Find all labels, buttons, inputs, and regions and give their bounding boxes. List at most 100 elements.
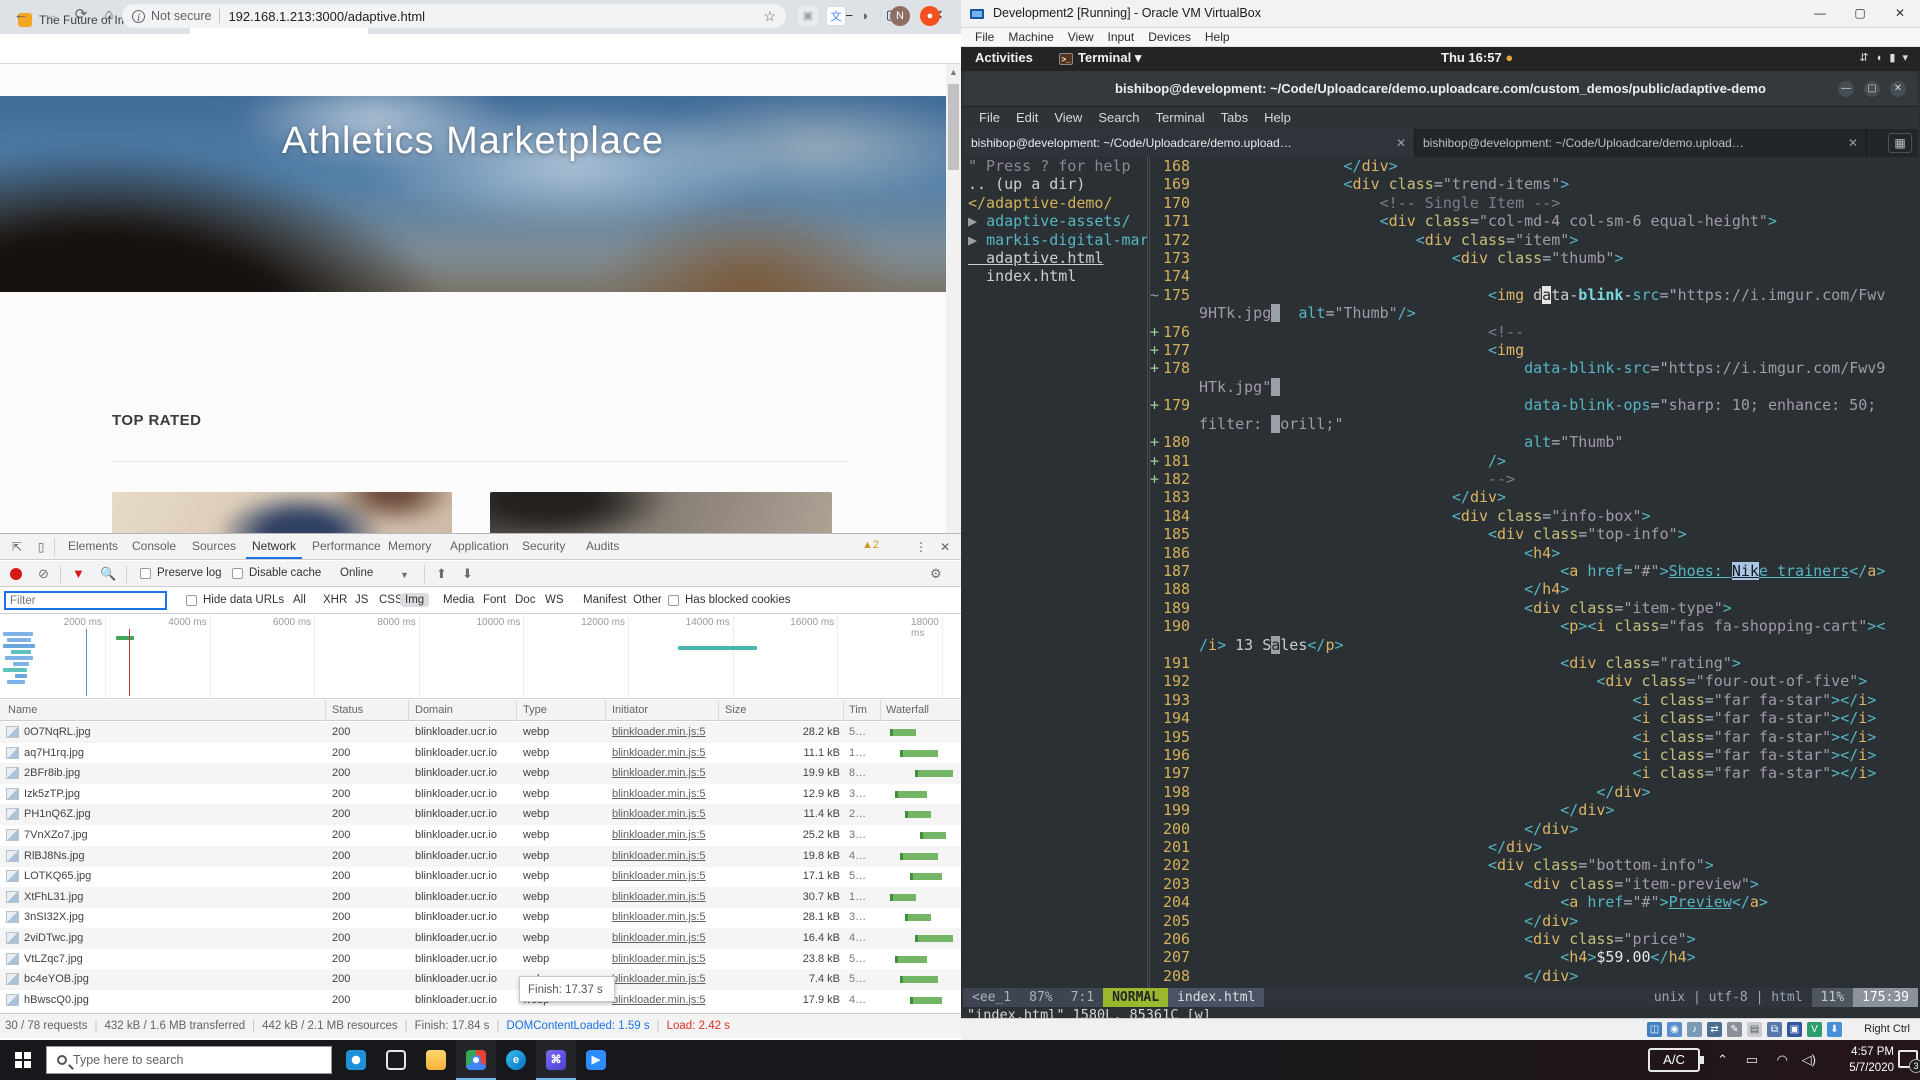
code-line[interactable]: 184 <div class="info-box"> bbox=[1150, 507, 1918, 525]
network-request-row[interactable]: hBwscQ0.jpg200blinkloader.ucr.iowebpblin… bbox=[0, 990, 961, 1010]
terminal-menu-tabs[interactable]: Tabs bbox=[1221, 107, 1248, 129]
network-request-row[interactable]: XtFhL31.jpg200blinkloader.ucr.iowebpblin… bbox=[0, 887, 961, 908]
edge-taskbar-button[interactable]: e bbox=[496, 1040, 536, 1080]
filter-pill-doc[interactable]: Doc bbox=[510, 593, 540, 607]
request-initiator-link[interactable]: blinkloader.min.js:5 bbox=[612, 788, 706, 800]
code-line[interactable]: 187 <a href="#">Shoes: Nike trainers</a> bbox=[1150, 562, 1918, 580]
devtools-tab-console[interactable]: Console bbox=[126, 534, 182, 559]
throttling-select[interactable]: Online bbox=[340, 567, 373, 579]
vbox-menu-input[interactable]: Input bbox=[1108, 28, 1135, 47]
code-line[interactable]: +178 data-blink-src="https://i.imgur.com… bbox=[1150, 359, 1918, 377]
code-line[interactable]: +176 <!-- bbox=[1150, 323, 1918, 341]
nerdtree-item[interactable]: ▶ markis-digital-mar bbox=[963, 231, 1147, 249]
battery-icon[interactable]: ▭ bbox=[1746, 1052, 1758, 1068]
terminal-tab-list-button[interactable]: ▦ bbox=[1888, 133, 1912, 153]
code-line[interactable]: 208 </div> bbox=[1150, 967, 1918, 985]
filter-pill-manifest[interactable]: Manifest bbox=[578, 593, 631, 607]
filter-pill-other[interactable]: Other bbox=[628, 593, 667, 607]
code-line[interactable]: 200 </div> bbox=[1150, 820, 1918, 838]
devtools-close-icon[interactable]: ✕ bbox=[936, 538, 954, 556]
vbox-menu-machine[interactable]: Machine bbox=[1008, 28, 1053, 47]
column-header-domain[interactable]: Domain bbox=[415, 704, 453, 716]
hard-disk-icon[interactable]: ◫ bbox=[1647, 1022, 1662, 1037]
inspect-element-icon[interactable]: ⇱ bbox=[8, 538, 26, 556]
code-line[interactable]: 198 </div> bbox=[1150, 783, 1918, 801]
code-line[interactable]: 206 <div class="price"> bbox=[1150, 930, 1918, 948]
clear-icon[interactable]: ⊘ bbox=[38, 566, 49, 582]
home-icon[interactable]: ⌂ bbox=[98, 4, 120, 26]
code-line[interactable]: ~175 <img data-blink-src="https://i.imgu… bbox=[1150, 286, 1918, 304]
filter-input[interactable] bbox=[4, 591, 167, 610]
scroll-up-icon[interactable]: ▲ bbox=[946, 64, 961, 80]
wifi-icon[interactable]: ◠ bbox=[1777, 1052, 1788, 1068]
terminal-menu-terminal[interactable]: Terminal bbox=[1156, 107, 1205, 129]
code-line[interactable]: 9HTk.jpg alt="Thumb"/> bbox=[1150, 304, 1918, 322]
terminal-maximize-button[interactable]: ▢ bbox=[1864, 81, 1880, 97]
filter-pill-img[interactable]: Img bbox=[400, 593, 429, 607]
network-request-row[interactable]: Izk5zTP.jpg200blinkloader.ucr.iowebpblin… bbox=[0, 784, 961, 805]
devtools-tab-elements[interactable]: Elements bbox=[62, 534, 124, 559]
vbox-menu-help[interactable]: Help bbox=[1205, 28, 1230, 47]
code-line[interactable]: 171 <div class="col-md-4 col-sm-6 equal-… bbox=[1150, 212, 1918, 230]
virtualbox-title-bar[interactable]: Development2 [Running] - Oracle VM Virtu… bbox=[961, 0, 1920, 28]
features-icon[interactable]: V bbox=[1807, 1022, 1822, 1037]
code-buffer[interactable]: 168 </div>169 <div class="trend-items">1… bbox=[1150, 157, 1918, 988]
code-line[interactable]: 170 <!-- Single Item --> bbox=[1150, 194, 1918, 212]
network-request-row[interactable]: 0O7NqRL.jpg200blinkloader.ucr.iowebpblin… bbox=[0, 722, 961, 743]
table-header-row[interactable]: NameStatusDomainTypeInitiatorSizeTimWate… bbox=[0, 700, 961, 721]
record-icon[interactable] bbox=[10, 568, 22, 580]
devtools-tab-network[interactable]: Network bbox=[246, 534, 302, 559]
export-har-icon[interactable]: ⬇ bbox=[462, 566, 473, 582]
filter-pill-font[interactable]: Font bbox=[478, 593, 511, 607]
terminal-minimize-button[interactable]: — bbox=[1838, 81, 1854, 97]
code-line[interactable]: 196 <i class="far fa-star"></i> bbox=[1150, 746, 1918, 764]
usb-icon[interactable]: ✎ bbox=[1727, 1022, 1742, 1037]
hide-data-urls-checkbox[interactable] bbox=[186, 595, 197, 606]
network-icon[interactable]: ⇄ bbox=[1707, 1022, 1722, 1037]
code-line[interactable]: 194 <i class="far fa-star"></i> bbox=[1150, 709, 1918, 727]
nerdtree-sidebar[interactable]: " Press ? for help.. (up a dir)</adaptiv… bbox=[963, 157, 1147, 988]
code-line[interactable]: 172 <div class="item"> bbox=[1150, 231, 1918, 249]
vbox-menu-file[interactable]: File bbox=[975, 28, 994, 47]
code-line[interactable]: filter: orill;" bbox=[1150, 415, 1918, 433]
network-request-row[interactable]: 3nSI32X.jpg200blinkloader.ucr.iowebpblin… bbox=[0, 907, 961, 928]
nerdtree-item[interactable]: adaptive.html bbox=[963, 249, 1147, 267]
devtools-kebab-icon[interactable]: ⋮ bbox=[912, 538, 930, 556]
terminal-tab-close-icon[interactable]: ✕ bbox=[1396, 136, 1406, 150]
task-view-button[interactable] bbox=[376, 1040, 416, 1080]
filter-icon[interactable]: ▼ bbox=[72, 566, 85, 581]
terminal-tab-close-icon[interactable]: ✕ bbox=[1848, 136, 1858, 150]
extension-icon[interactable]: ▣ bbox=[798, 6, 818, 26]
code-line[interactable]: 173 <div class="thumb"> bbox=[1150, 249, 1918, 267]
code-line[interactable]: /i> 13 Sales</p> bbox=[1150, 636, 1918, 654]
request-initiator-link[interactable]: blinkloader.min.js:5 bbox=[612, 932, 706, 944]
column-header-status[interactable]: Status bbox=[332, 704, 363, 716]
column-header-waterfall[interactable]: Waterfall bbox=[886, 704, 929, 716]
nerdtree-item[interactable]: .. (up a dir) bbox=[963, 175, 1147, 193]
code-line[interactable]: 174 bbox=[1150, 267, 1918, 285]
code-line[interactable]: +182 --> bbox=[1150, 470, 1918, 488]
code-line[interactable]: 197 <i class="far fa-star"></i> bbox=[1150, 764, 1918, 782]
zoom-taskbar-button[interactable]: ▶ bbox=[576, 1040, 616, 1080]
code-line[interactable]: 169 <div class="trend-items"> bbox=[1150, 175, 1918, 193]
code-line[interactable]: 202 <div class="bottom-info"> bbox=[1150, 856, 1918, 874]
code-line[interactable]: 190 <p><i class="fas fa-shopping-cart">< bbox=[1150, 617, 1918, 635]
filter-pill-xhr[interactable]: XHR bbox=[318, 593, 352, 607]
back-icon[interactable]: ← bbox=[10, 4, 32, 26]
ubuntu-clock[interactable]: Thu 16:57 ● bbox=[1441, 50, 1513, 65]
vbox-maximize-button[interactable]: ▢ bbox=[1840, 0, 1880, 27]
console-warning-badge[interactable]: ▲2 bbox=[862, 539, 879, 551]
info-extension-icon[interactable]: ◑ bbox=[854, 6, 874, 26]
request-initiator-link[interactable]: blinkloader.min.js:5 bbox=[612, 767, 706, 779]
code-line[interactable]: 185 <div class="top-info"> bbox=[1150, 525, 1918, 543]
request-initiator-link[interactable]: blinkloader.min.js:5 bbox=[612, 973, 706, 985]
nerdtree-item[interactable]: </adaptive-demo/ bbox=[963, 194, 1147, 212]
mouse-integration-icon[interactable]: ⬇ bbox=[1827, 1022, 1842, 1037]
devtools-tab-sources[interactable]: Sources bbox=[186, 534, 242, 559]
terminal-close-button[interactable]: ✕ bbox=[1890, 81, 1906, 97]
hidden-icons-chevron[interactable]: ⌃ bbox=[1717, 1052, 1728, 1068]
network-request-row[interactable]: LOTKQ65.jpg200blinkloader.ucr.iowebpblin… bbox=[0, 866, 961, 887]
tree-expand-icon[interactable]: ▶ bbox=[968, 212, 986, 230]
filter-pill-all[interactable]: All bbox=[288, 593, 311, 607]
vbox-minimize-button[interactable]: — bbox=[1800, 0, 1840, 27]
